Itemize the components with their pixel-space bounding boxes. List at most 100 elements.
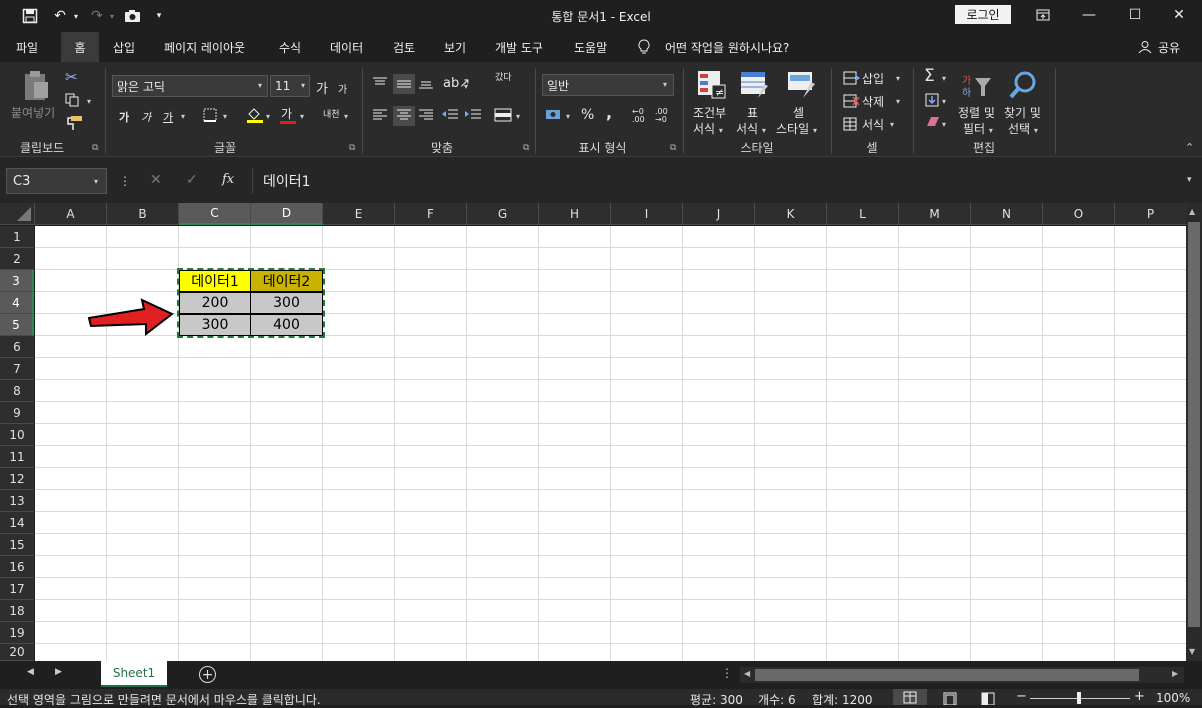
column-header-B[interactable]: B bbox=[107, 203, 179, 225]
borders-dropdown-icon[interactable]: ▾ bbox=[223, 112, 227, 121]
column-header-L[interactable]: L bbox=[827, 203, 899, 225]
column-header-G[interactable]: G bbox=[467, 203, 539, 225]
collapse-ribbon-icon[interactable]: ⌃ bbox=[1185, 141, 1194, 154]
decrease-decimal-icon[interactable]: .00 →0 bbox=[655, 108, 668, 124]
row-header-13[interactable]: 13 bbox=[0, 490, 34, 512]
row-header-8[interactable]: 8 bbox=[0, 380, 34, 402]
horizontal-scroll-thumb[interactable] bbox=[755, 669, 1139, 681]
row-header-5[interactable]: 5 bbox=[0, 314, 34, 336]
alignment-launcher-icon[interactable]: ⧉ bbox=[523, 143, 529, 153]
column-header-N[interactable]: N bbox=[971, 203, 1043, 225]
row-header-19[interactable]: 19 bbox=[0, 622, 34, 644]
conditional-formatting-button[interactable]: 조건부 bbox=[693, 104, 726, 121]
row-header-9[interactable]: 9 bbox=[0, 402, 34, 424]
insert-cells-dropdown-icon[interactable]: ▾ bbox=[896, 74, 900, 83]
format-as-table-label-1[interactable]: 표 bbox=[747, 104, 758, 121]
column-header-C[interactable]: C bbox=[179, 203, 251, 225]
column-header-D[interactable]: D bbox=[251, 203, 323, 225]
clear-dropdown-icon[interactable]: ▾ bbox=[942, 120, 946, 129]
insert-cells-label[interactable]: 삽입 bbox=[862, 70, 884, 87]
shrink-font-icon[interactable]: 가 bbox=[338, 81, 347, 96]
clipboard-launcher-icon[interactable]: ⧉ bbox=[92, 143, 98, 153]
page-break-view-icon[interactable] bbox=[981, 692, 995, 708]
formula-input[interactable]: 데이터1 bbox=[252, 168, 1186, 194]
number-launcher-icon[interactable]: ⧉ bbox=[670, 143, 676, 153]
fill-dropdown-icon[interactable]: ▾ bbox=[942, 97, 946, 106]
prev-sheet-icon[interactable]: ◀ bbox=[27, 667, 34, 677]
find-select-label-1[interactable]: 찾기 및 bbox=[1004, 104, 1041, 121]
fill-color-icon[interactable] bbox=[246, 106, 264, 127]
align-center-icon[interactable] bbox=[393, 106, 415, 126]
row-header-18[interactable]: 18 bbox=[0, 600, 34, 622]
increase-decimal-icon[interactable]: ←0.00 bbox=[632, 108, 645, 124]
cell-C4[interactable]: 200 bbox=[179, 292, 251, 314]
cell-D5[interactable]: 400 bbox=[250, 314, 323, 336]
menu-page-layout[interactable]: 페이지 레이아웃 bbox=[164, 32, 245, 62]
undo-icon[interactable]: ↶ bbox=[50, 4, 70, 28]
fill-icon[interactable] bbox=[925, 93, 939, 110]
cell-styles-label-1[interactable]: 셀 bbox=[793, 104, 804, 121]
row-header-17[interactable]: 17 bbox=[0, 578, 34, 600]
name-box[interactable]: C3 bbox=[6, 168, 107, 194]
grow-font-icon[interactable]: 가 bbox=[316, 78, 328, 97]
scroll-right-icon[interactable]: ▶ bbox=[1172, 669, 1178, 678]
accounting-format-icon[interactable] bbox=[545, 108, 563, 125]
customize-qat-icon[interactable]: ▾ bbox=[152, 4, 166, 28]
tell-me-search[interactable]: 어떤 작업을 원하시나요? bbox=[665, 32, 789, 62]
name-box-dropdown-icon[interactable]: ▾ bbox=[94, 177, 98, 186]
scroll-left-icon[interactable]: ◀ bbox=[744, 669, 750, 678]
row-header-3[interactable]: 3 bbox=[0, 270, 34, 292]
undo-dropdown-icon[interactable]: ▾ bbox=[70, 4, 82, 28]
borders-icon[interactable] bbox=[203, 108, 217, 125]
table-dropdown-icon[interactable]: ▾ bbox=[762, 126, 766, 135]
row-header-2[interactable]: 2 bbox=[0, 248, 34, 270]
increase-indent-icon[interactable] bbox=[464, 108, 482, 125]
wrap-text-icon[interactable]: 갔다 bbox=[495, 74, 512, 83]
menu-review[interactable]: 검토 bbox=[393, 32, 415, 62]
column-header-P[interactable]: P bbox=[1115, 203, 1187, 225]
phonetic-dropdown-icon[interactable]: ▾ bbox=[344, 112, 348, 121]
copy-dropdown-icon[interactable]: ▾ bbox=[87, 97, 91, 106]
format-cells-dropdown-icon[interactable]: ▾ bbox=[890, 120, 894, 129]
row-header-20[interactable]: 20 bbox=[0, 644, 34, 661]
font-color-dropdown-icon[interactable]: ▾ bbox=[300, 112, 304, 121]
sort-filter-label-1[interactable]: 정렬 및 bbox=[958, 104, 995, 121]
zoom-level[interactable]: 100% bbox=[1156, 691, 1190, 705]
page-layout-view-icon[interactable] bbox=[943, 692, 957, 708]
merge-center-icon[interactable] bbox=[494, 108, 512, 125]
fill-color-dropdown-icon[interactable]: ▾ bbox=[266, 112, 270, 121]
select-all-button[interactable] bbox=[0, 203, 35, 225]
expand-formula-bar-icon[interactable]: ▾ bbox=[1187, 175, 1192, 185]
cell-D4[interactable]: 300 bbox=[250, 292, 323, 314]
menu-file[interactable]: 파일 bbox=[16, 32, 38, 62]
delete-cells-dropdown-icon[interactable]: ▾ bbox=[896, 97, 900, 106]
share-button[interactable]: 공유 bbox=[1158, 32, 1180, 62]
scroll-up-icon[interactable]: ▲ bbox=[1189, 207, 1195, 216]
zoom-out-icon[interactable]: − bbox=[1016, 689, 1027, 704]
cell-C3[interactable]: 데이터1 bbox=[179, 270, 251, 292]
tab-split-handle-icon[interactable]: ⋮ bbox=[721, 666, 733, 680]
column-header-I[interactable]: I bbox=[611, 203, 683, 225]
ribbon-display-icon[interactable] bbox=[1020, 0, 1066, 30]
find-select-label-2[interactable]: 선택 bbox=[1008, 122, 1030, 136]
camera-icon[interactable] bbox=[121, 4, 143, 28]
sort-filter-dropdown-icon[interactable]: ▾ bbox=[989, 126, 993, 135]
font-name-dropdown-icon[interactable]: ▾ bbox=[258, 81, 262, 90]
decrease-indent-icon[interactable] bbox=[441, 108, 459, 125]
font-color-icon[interactable]: 가 bbox=[281, 105, 292, 122]
column-header-H[interactable]: H bbox=[539, 203, 611, 225]
column-header-M[interactable]: M bbox=[899, 203, 971, 225]
format-as-table-label-2[interactable]: 서식 bbox=[736, 122, 758, 136]
row-header-12[interactable]: 12 bbox=[0, 468, 34, 490]
minimize-icon[interactable]: — bbox=[1066, 0, 1112, 30]
next-sheet-icon[interactable]: ▶ bbox=[55, 667, 62, 677]
row-header-11[interactable]: 11 bbox=[0, 446, 34, 468]
login-button[interactable]: 로그인 bbox=[955, 5, 1011, 24]
row-header-10[interactable]: 10 bbox=[0, 424, 34, 446]
underline-dropdown-icon[interactable]: ▾ bbox=[181, 112, 185, 121]
copy-icon[interactable] bbox=[65, 93, 81, 110]
cut-icon[interactable]: ✂ bbox=[65, 68, 78, 86]
sort-filter-label-2[interactable]: 필터 bbox=[963, 122, 985, 136]
column-header-J[interactable]: J bbox=[683, 203, 755, 225]
cell-C5[interactable]: 300 bbox=[179, 314, 251, 336]
